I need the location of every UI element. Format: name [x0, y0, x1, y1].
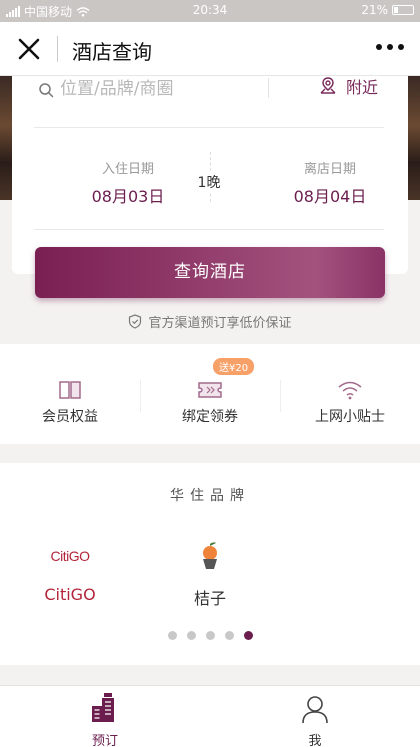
carousel-dot[interactable]: [186, 631, 196, 640]
bind-coupon-button[interactable]: 绑定领券: [140, 374, 280, 426]
nearby-button[interactable]: 附近: [318, 74, 378, 98]
carousel-dot[interactable]: [167, 631, 177, 640]
checkin-value: 08月03日: [91, 187, 165, 206]
nearby-label: 附近: [345, 78, 378, 97]
status-time: 20:34: [192, 3, 228, 17]
tab-bar: 预订 我: [0, 685, 420, 747]
search-divider: [268, 78, 269, 98]
location-pin-icon: [320, 77, 336, 94]
services-section: 会员权益 送¥20 绑定领券 上网小贴士: [0, 344, 420, 444]
juzi-name: 桔子: [193, 589, 226, 608]
user-icon: [302, 696, 328, 724]
banner-image-right: [408, 76, 420, 200]
ticket-icon: [198, 382, 222, 398]
close-icon[interactable]: [16, 36, 42, 62]
brand-citigo[interactable]: CitiGO CitiGO: [20, 541, 120, 604]
member-benefits-label: 会员权益: [42, 409, 98, 425]
banner-image-left: [0, 76, 12, 200]
nights-count: 1晚: [189, 172, 229, 192]
search-hotel-button[interactable]: 查询酒店: [35, 247, 385, 298]
nav-divider: [57, 36, 58, 62]
battery-icon: [392, 5, 414, 15]
search-input[interactable]: 位置/品牌/商圈: [60, 74, 173, 99]
citigo-logo: CitiGO: [20, 541, 120, 571]
nav-bar: 酒店查询: [0, 22, 420, 76]
hotel-building-icon: [92, 693, 114, 722]
tab-me[interactable]: 我: [210, 692, 420, 747]
hotel-search-card: 位置/品牌/商圈 附近 入住日期 08月03日 1晚 离店日期 08月04日: [12, 76, 408, 274]
member-benefits-button[interactable]: 会员权益: [0, 374, 140, 426]
price-guarantee: 官方渠道预订享低价保证: [0, 312, 420, 331]
wifi-icon: [338, 381, 362, 400]
checkin-date[interactable]: 入住日期 08月03日: [68, 158, 188, 207]
citigo-logo-text: CitiGO: [50, 548, 91, 564]
tab-me-label: 我: [308, 734, 322, 747]
carousel-dot-active[interactable]: [243, 631, 253, 640]
carousel-dot[interactable]: [224, 631, 234, 640]
guarantee-text: 官方渠道预订享低价保证: [148, 316, 292, 331]
brand-juzi[interactable]: 桔子: [160, 541, 260, 609]
brands-section: 华住品牌 CitiGO CitiGO 桔子: [0, 463, 420, 665]
carousel-indicator: [0, 631, 420, 640]
coupon-badge: 送¥20: [213, 358, 255, 375]
citigo-name: CitiGO: [44, 585, 96, 604]
search-row: 位置/品牌/商圈 附近: [34, 76, 384, 128]
checkout-date[interactable]: 离店日期 08月04日: [270, 158, 390, 207]
tab-booking-label: 预订: [91, 734, 118, 747]
wifi-tips-button[interactable]: 上网小贴士: [280, 374, 420, 426]
page-title: 酒店查询: [72, 40, 152, 64]
brands-title: 华住品牌: [170, 488, 250, 504]
bind-coupon-label: 绑定领券: [182, 409, 238, 425]
checkin-label: 入住日期: [101, 162, 154, 177]
tab-booking[interactable]: 预订: [0, 692, 210, 747]
status-bar: 中国移动 20:34 21%: [0, 0, 420, 22]
orange-logo-icon: [203, 542, 217, 569]
battery-percent: 21%: [361, 3, 388, 17]
shield-check-icon: [129, 314, 142, 329]
wifi-tips-label: 上网小贴士: [315, 409, 385, 425]
checkout-label: 离店日期: [303, 162, 356, 177]
search-icon: [39, 83, 54, 98]
checkout-value: 08月04日: [293, 187, 367, 206]
carousel-dot[interactable]: [205, 631, 215, 640]
date-selector: 入住日期 08月03日 1晚 离店日期 08月04日: [34, 128, 384, 230]
book-icon: [59, 381, 81, 399]
more-options-icon[interactable]: [376, 44, 404, 50]
